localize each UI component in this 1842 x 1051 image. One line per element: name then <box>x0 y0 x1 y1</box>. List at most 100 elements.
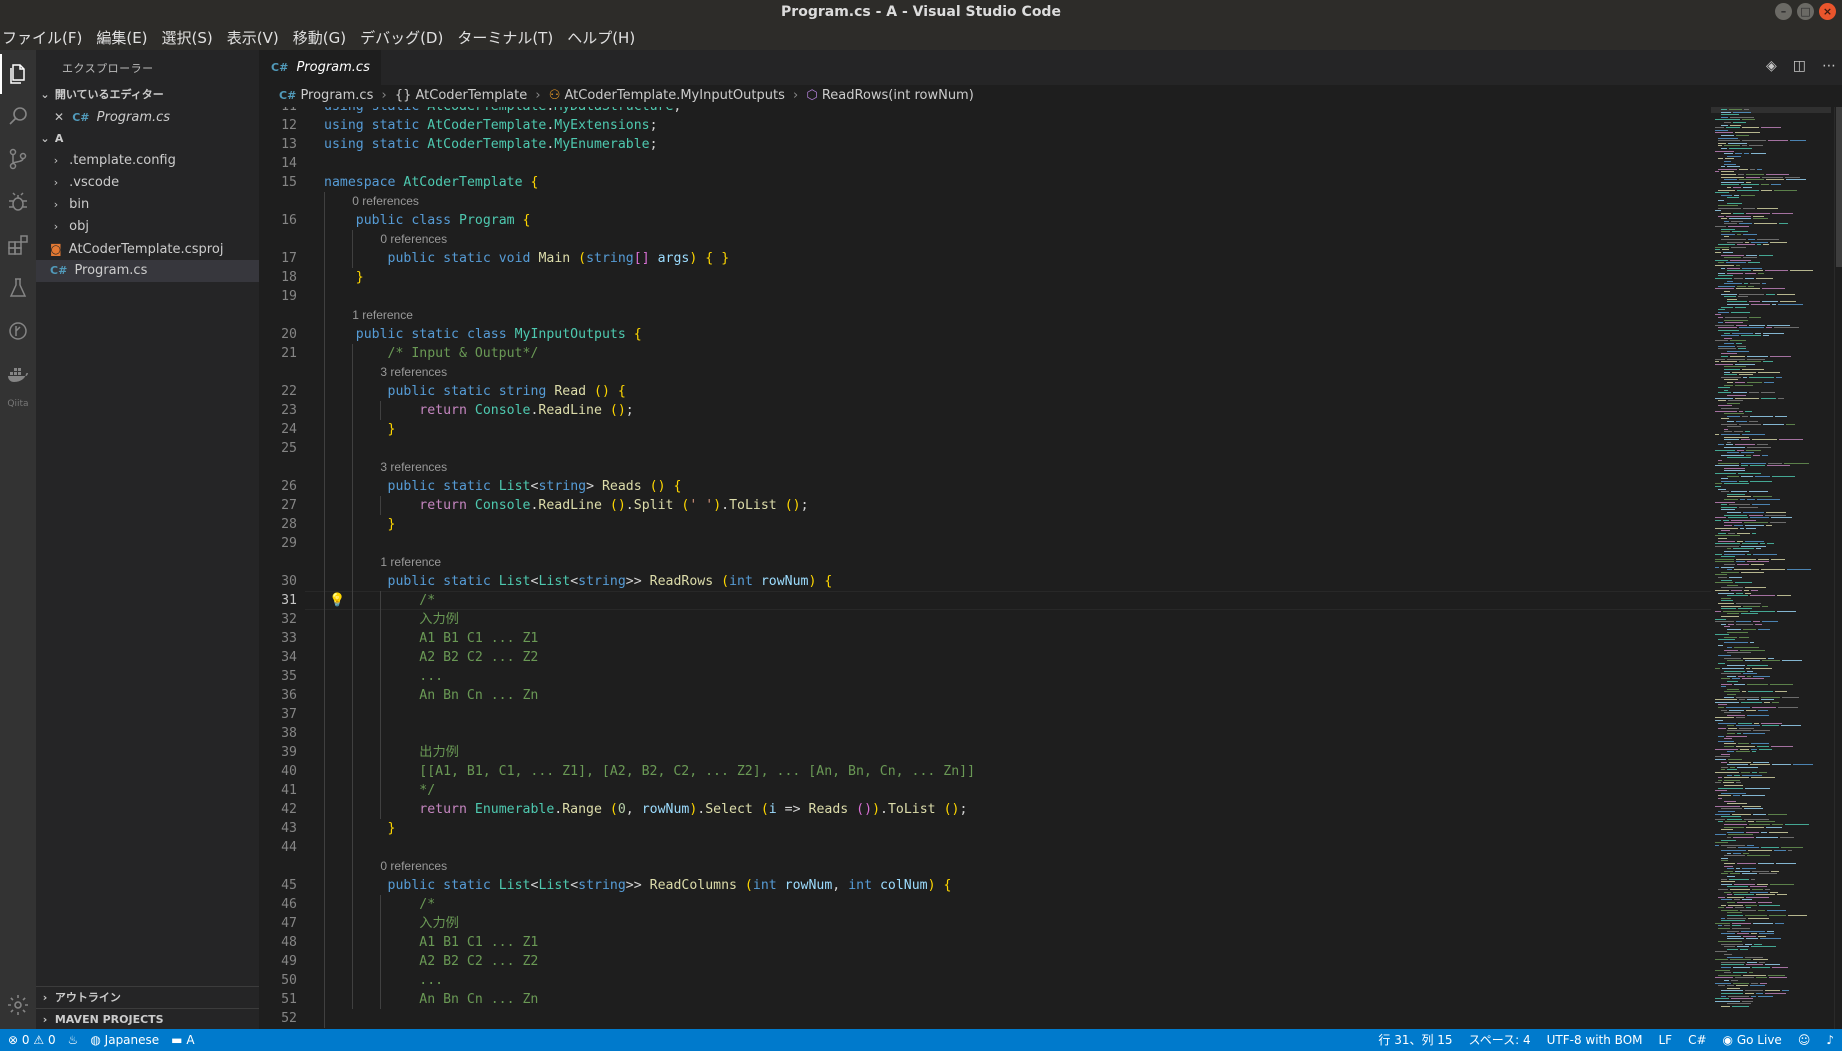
open-changes-icon[interactable]: ◈ <box>1766 58 1777 74</box>
go-live-button[interactable]: ◉ Go Live <box>1723 1029 1782 1051</box>
minimap-line <box>1739 168 1748 170</box>
minimap[interactable] <box>1711 107 1842 1029</box>
source-control-icon[interactable] <box>4 145 32 173</box>
minimize-button[interactable]: – <box>1775 3 1792 20</box>
more-actions-icon[interactable]: ⋯ <box>1822 58 1836 74</box>
minimap-line <box>1736 324 1747 326</box>
minimap-line <box>1752 870 1769 872</box>
codelens-references[interactable]: 1 reference <box>380 553 441 572</box>
minimap-line <box>1721 683 1732 685</box>
minimap-line <box>1746 213 1770 214</box>
indentation[interactable]: スペース: 4 <box>1469 1029 1531 1051</box>
open-editors-section[interactable]: ⌄ 開いているエディター <box>36 84 259 106</box>
line-number: 13 <box>281 137 297 152</box>
menu-selection[interactable]: 選択(S) <box>155 27 220 48</box>
minimap-line <box>1753 496 1772 498</box>
code-text: public static void Main (string[] args) … <box>387 251 730 266</box>
tree-item[interactable]: › bin <box>36 194 259 216</box>
qiita-icon[interactable]: Qiita <box>0 399 36 409</box>
cursor-position[interactable]: 行 31、列 15 <box>1378 1029 1452 1051</box>
language-mode[interactable]: C# <box>1688 1029 1706 1051</box>
minimap-line <box>1723 519 1729 521</box>
tree-item[interactable]: › .template.config <box>36 150 259 172</box>
language-pack-item[interactable]: ◍ Japanese <box>90 1029 159 1051</box>
tree-item[interactable]: ◙ AtCoderTemplate.csproj <box>36 238 259 260</box>
minimap-line <box>1718 444 1724 446</box>
minimap-line <box>1718 200 1724 201</box>
tab-program-cs[interactable]: C# Program.cs ✕ <box>259 50 381 109</box>
minimap-line <box>1763 332 1784 334</box>
breadcrumb-method[interactable]: ReadRows(int rowNum) <box>822 88 974 103</box>
close-window-button[interactable]: × <box>1819 3 1836 20</box>
menu-terminal[interactable]: ターミナル(T) <box>450 27 560 48</box>
menu-debug[interactable]: デバッグ(D) <box>353 27 450 48</box>
codelens-references[interactable]: 1 reference <box>352 306 413 325</box>
feedback-smiley-icon[interactable]: ☺ <box>1798 1029 1811 1051</box>
docker-icon[interactable] <box>4 360 32 388</box>
flame-icon[interactable]: ♨ <box>68 1029 79 1051</box>
warning-count: 0 <box>47 1033 56 1047</box>
notifications-bell-icon[interactable]: ♪ <box>1826 1029 1834 1051</box>
minimap-line <box>1732 371 1756 373</box>
close-icon[interactable]: ✕ <box>54 110 64 124</box>
code-line: 34 A2 B2 C2 ... Z2 <box>259 648 1711 667</box>
minimap-line <box>1727 402 1740 404</box>
minimap-line <box>1745 993 1754 994</box>
breadcrumb-file[interactable]: Program.cs <box>300 88 373 103</box>
scrollbar-thumb[interactable] <box>1836 107 1842 267</box>
minimap-line <box>1727 938 1744 940</box>
debug-icon[interactable] <box>4 188 32 216</box>
folder-item[interactable]: ▬ A <box>171 1029 194 1051</box>
files-icon[interactable] <box>4 60 32 88</box>
minimap-line <box>1724 122 1731 123</box>
encoding[interactable]: UTF-8 with BOM <box>1547 1029 1643 1051</box>
gear-icon[interactable] <box>4 991 32 1019</box>
open-editor-item[interactable]: ✕ C# Program.cs <box>36 106 259 128</box>
problems-indicator[interactable]: ⊗ 0 ⚠ 0 <box>8 1029 56 1051</box>
minimap-line <box>1754 943 1762 945</box>
vertical-scrollbar[interactable] <box>1834 107 1842 1029</box>
minimap-line <box>1724 179 1737 181</box>
codelens-references[interactable]: 0 references <box>380 230 447 249</box>
minimap-line <box>1749 324 1765 326</box>
code-text: */ <box>324 783 436 798</box>
split-editor-icon[interactable]: ◫ <box>1793 58 1806 74</box>
maximize-button[interactable]: □ <box>1797 3 1814 20</box>
minimap-line <box>1721 566 1734 568</box>
minimap-line <box>1718 168 1737 170</box>
outline-section[interactable]: › アウトライン <box>36 986 259 1009</box>
end-of-line[interactable]: LF <box>1659 1029 1673 1051</box>
extensions-icon[interactable] <box>4 231 32 259</box>
codelens-references[interactable]: 0 references <box>380 857 447 876</box>
menu-edit[interactable]: 編集(E) <box>89 27 154 48</box>
tree-item-selected[interactable]: C# Program.cs <box>36 260 259 282</box>
breadcrumb-namespace[interactable]: {} AtCoderTemplate <box>395 88 527 103</box>
outline-label: アウトライン <box>54 991 121 1004</box>
git-lens-icon[interactable] <box>4 317 32 345</box>
code-editor[interactable]: 💡11using static AtCoderTemplate.MyDataSt… <box>259 107 1711 1029</box>
minimap-line <box>1718 889 1728 890</box>
search-icon[interactable] <box>4 102 32 130</box>
minimap-line <box>1770 683 1793 685</box>
codelens-references[interactable]: 0 references <box>352 192 419 211</box>
codelens-references[interactable]: 3 references <box>380 363 447 382</box>
menu-go[interactable]: 移動(G) <box>286 27 353 48</box>
test-flask-icon[interactable] <box>4 274 32 302</box>
tree-item[interactable]: › .vscode <box>36 172 259 194</box>
folder-section[interactable]: ⌄ A <box>36 128 259 150</box>
minimap-line <box>1746 174 1764 175</box>
minimap-line <box>1735 382 1745 383</box>
minimap-line <box>1721 943 1743 945</box>
maven-projects-section[interactable]: › MAVEN PROJECTS <box>36 1008 259 1031</box>
menu-view[interactable]: 表示(V) <box>220 27 286 48</box>
breadcrumb-class[interactable]: AtCoderTemplate.MyInputOutputs <box>565 88 785 103</box>
chevron-right-icon: › <box>792 88 799 103</box>
menu-help[interactable]: ヘルプ(H) <box>560 27 642 48</box>
codelens-references[interactable]: 3 references <box>380 458 447 477</box>
minimap-line <box>1733 795 1740 797</box>
minimap-line <box>1721 356 1728 357</box>
menu-file[interactable]: ファイル(F) <box>0 27 89 48</box>
tree-item[interactable]: › obj <box>36 216 259 238</box>
minimap-line <box>1750 595 1775 597</box>
minimap-line <box>1762 605 1768 607</box>
